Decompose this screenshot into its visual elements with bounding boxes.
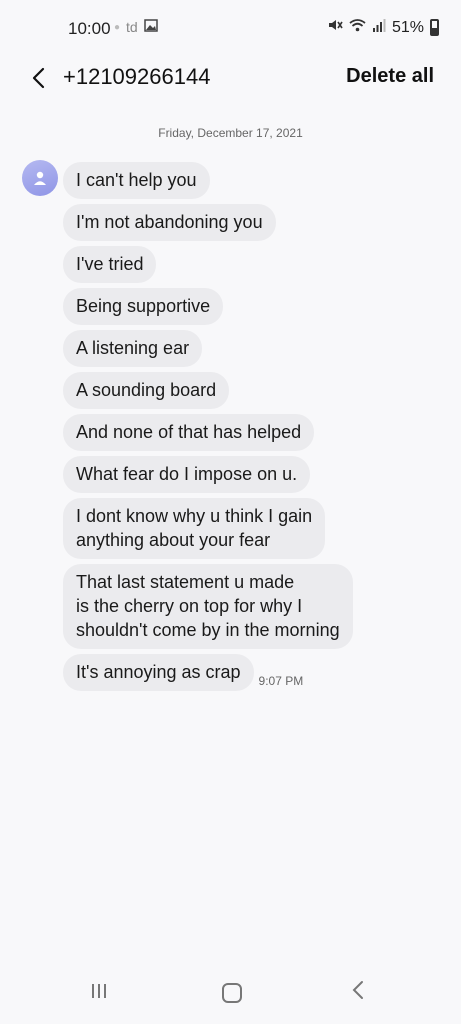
status-bar: 10:00 ● td 51% <box>0 0 461 56</box>
notification-text: td <box>126 19 138 35</box>
message-bubble[interactable]: That last statement u made is the cherry… <box>63 564 353 649</box>
message-bubble[interactable]: I dont know why u think I gain anything … <box>63 498 326 559</box>
avatar[interactable] <box>22 160 58 196</box>
status-right: 51% <box>327 17 439 38</box>
person-icon <box>34 171 46 185</box>
message-row: I dont know why u think I gain anything … <box>63 498 423 559</box>
battery-percent: 51% <box>391 18 424 36</box>
back-button[interactable] <box>24 64 52 92</box>
mute-icon <box>327 17 343 38</box>
recent-apps-icon[interactable] <box>92 984 106 998</box>
message-bubble[interactable]: Being supportive <box>63 288 224 325</box>
message-row: I can't help you <box>63 162 423 199</box>
message-bubble[interactable]: And none of that has helped <box>63 414 315 451</box>
delete-all-button[interactable]: Delete all <box>346 65 434 88</box>
message-bubble[interactable]: I'm not abandoning you <box>63 204 276 241</box>
message-bubble[interactable]: A listening ear <box>63 330 203 367</box>
nav-back-icon[interactable] <box>352 980 364 1005</box>
wifi-icon <box>349 18 366 37</box>
message-row: I'm not abandoning you <box>63 204 423 241</box>
message-row: It's annoying as crap 9:07 PM <box>63 654 423 691</box>
navigation-bar <box>0 968 461 1024</box>
message-row: And none of that has helped <box>63 414 423 451</box>
message-bubble[interactable]: I've tried <box>63 246 157 283</box>
message-row: Being supportive <box>63 288 423 325</box>
signal-icon <box>372 18 386 37</box>
status-time: 10:00 <box>68 19 111 38</box>
message-list: I can't help you I'm not abandoning you … <box>63 162 423 696</box>
home-icon[interactable] <box>222 983 242 1003</box>
chevron-left-icon <box>32 67 45 89</box>
message-row: A listening ear <box>63 330 423 367</box>
message-row: That last statement u made is the cherry… <box>63 564 423 649</box>
status-left-icons: ● td <box>114 19 158 35</box>
message-bubble[interactable]: A sounding board <box>63 372 230 409</box>
message-row: What fear do I impose on u. <box>63 456 423 493</box>
message-row: I've tried <box>63 246 423 283</box>
message-bubble[interactable]: What fear do I impose on u. <box>63 456 311 493</box>
message-bubble[interactable]: It's annoying as crap <box>63 654 254 691</box>
contact-name[interactable]: +12109266144 <box>63 64 210 90</box>
message-timestamp: 9:07 PM <box>258 674 304 688</box>
date-separator: Friday, December 17, 2021 <box>158 126 303 140</box>
battery-icon <box>430 19 439 36</box>
message-bubble[interactable]: I can't help you <box>63 162 210 199</box>
conversation-header: +12109266144 Delete all <box>0 56 461 100</box>
message-row: A sounding board <box>63 372 423 409</box>
image-icon <box>143 19 158 35</box>
dot-icon: ● <box>114 21 121 33</box>
